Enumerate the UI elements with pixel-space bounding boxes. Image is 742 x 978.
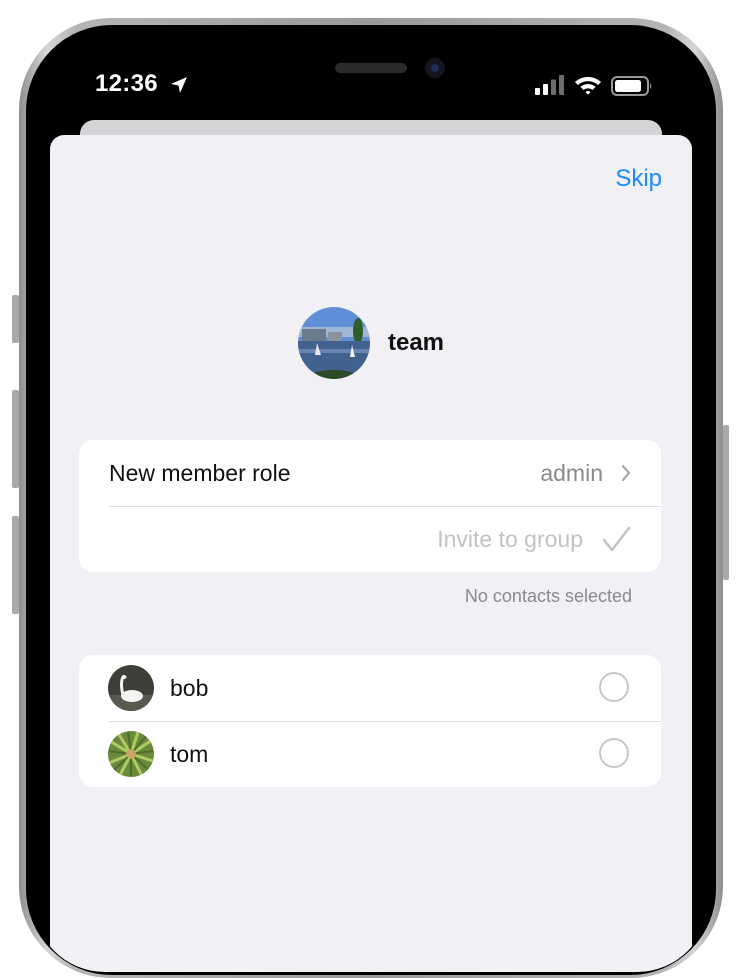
invite-to-group-button[interactable]: Invite to group <box>437 526 583 553</box>
status-time: 12:36 <box>95 70 158 97</box>
location-arrow-icon <box>169 75 189 100</box>
wifi-icon <box>574 75 602 100</box>
power-button <box>723 425 729 580</box>
cellular-signal-icon <box>535 75 565 100</box>
contact-name: bob <box>170 674 209 701</box>
member-role-label: New member role <box>109 459 291 486</box>
contact-avatar <box>108 731 154 777</box>
volume-down-button <box>12 516 19 614</box>
silent-switch <box>12 295 19 343</box>
contact-row-bob[interactable]: bob <box>79 655 661 721</box>
select-contact-radio[interactable] <box>599 738 629 768</box>
battery-icon <box>611 76 653 101</box>
group-avatar <box>297 307 370 379</box>
status-bar: 12:36 <box>33 32 709 122</box>
settings-group: New member role admin Invite to group <box>79 440 661 572</box>
contact-row-tom[interactable]: tom <box>79 721 661 787</box>
skip-button[interactable]: Skip <box>615 165 662 193</box>
member-role-value: admin <box>540 459 603 486</box>
group-name: team <box>387 329 445 356</box>
invite-row[interactable]: Invite to group <box>79 506 661 572</box>
front-camera <box>425 58 445 78</box>
checkmark-icon <box>601 524 631 559</box>
earpiece-speaker <box>335 63 407 73</box>
contacts-list: bob tom <box>79 655 661 787</box>
group-header: team <box>50 307 692 379</box>
member-role-row[interactable]: New member role admin <box>79 440 661 506</box>
volume-up-button <box>12 390 19 488</box>
add-members-sheet: Skip team New member role admin Invite t… <box>50 135 692 972</box>
select-contact-radio[interactable] <box>599 672 629 702</box>
screen: 12:36 Skip team New member role admin In… <box>33 32 709 972</box>
contact-avatar <box>108 665 154 711</box>
contact-name: tom <box>170 740 209 767</box>
chevron-right-icon <box>621 464 631 487</box>
selection-status-text: No contacts selected <box>464 586 632 606</box>
